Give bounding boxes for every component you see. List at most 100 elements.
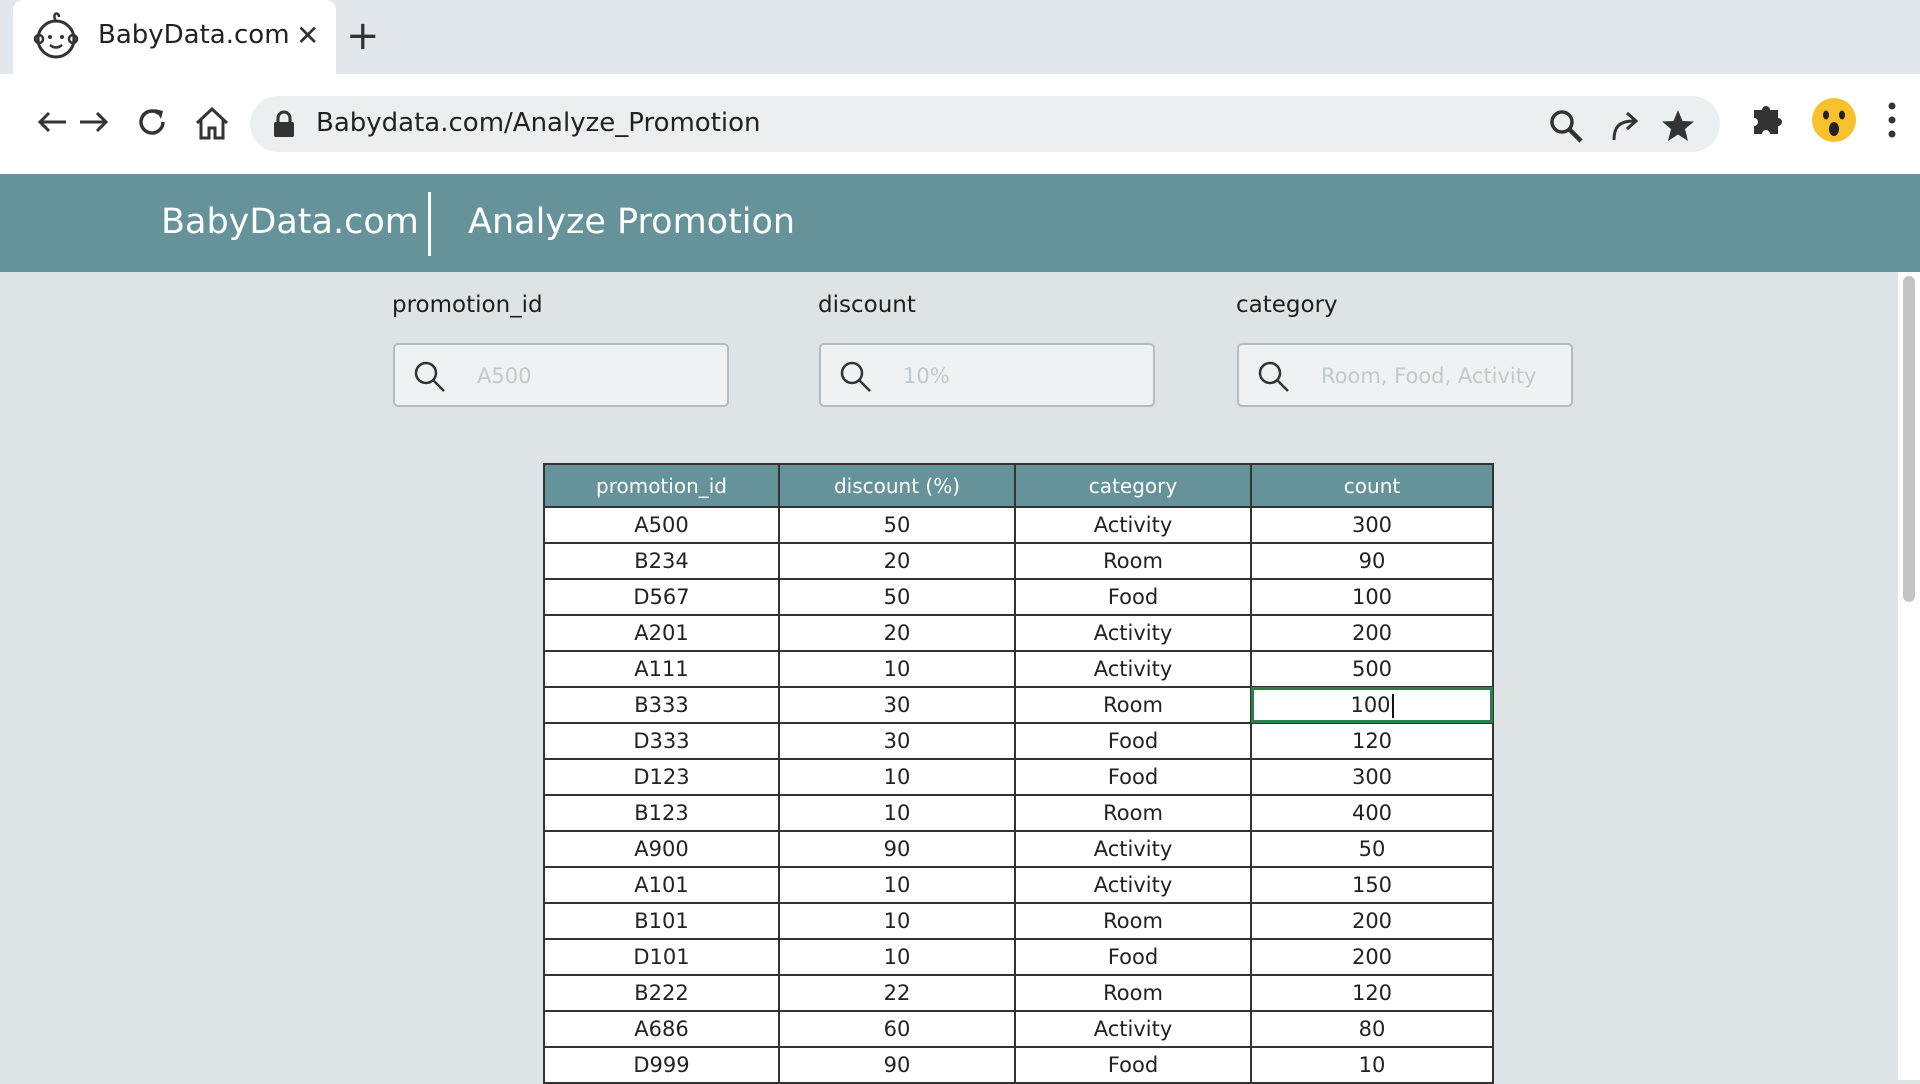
close-tab-icon[interactable]: ✕ — [296, 19, 319, 53]
bookmark-star-icon[interactable] — [1660, 108, 1696, 144]
browser-tab[interactable]: BabyData.com ✕ — [13, 0, 336, 74]
category-cell[interactable]: Room — [1014, 902, 1252, 940]
promotion-id-cell[interactable]: B222 — [543, 974, 780, 1012]
discount-cell[interactable]: 10 — [778, 758, 1016, 796]
column-header-promotion-id[interactable]: promotion_id — [543, 463, 780, 508]
profile-avatar-icon[interactable] — [1810, 96, 1858, 144]
promotion-id-cell[interactable]: B101 — [543, 902, 780, 940]
scrollbar-thumb[interactable] — [1903, 276, 1915, 602]
discount-cell[interactable]: 20 — [778, 542, 1016, 580]
category-cell[interactable]: Activity — [1014, 614, 1252, 652]
category-cell[interactable]: Room — [1014, 542, 1252, 580]
column-header-discount[interactable]: discount (%) — [778, 463, 1016, 508]
promotion-id-cell[interactable]: A900 — [543, 830, 780, 868]
promotion-id-cell[interactable]: D999 — [543, 1046, 780, 1084]
promotion-id-search-field[interactable] — [393, 343, 729, 407]
promotion-id-cell[interactable]: D333 — [543, 722, 780, 760]
discount-cell[interactable]: 10 — [778, 902, 1016, 940]
table-row: A900 90 Activity 50 — [543, 830, 1494, 868]
discount-cell[interactable]: 60 — [778, 1010, 1016, 1048]
back-arrow-icon[interactable] — [36, 104, 68, 140]
category-cell[interactable]: Activity — [1014, 830, 1252, 868]
category-cell[interactable]: Activity — [1014, 650, 1252, 688]
discount-input[interactable] — [901, 357, 1145, 395]
promotion-id-cell[interactable]: D123 — [543, 758, 780, 796]
app-header: BabyData.com Analyze Promotion — [0, 174, 1920, 272]
discount-cell[interactable]: 30 — [778, 686, 1016, 724]
count-cell[interactable]: 10 — [1250, 1046, 1494, 1084]
discount-cell[interactable]: 20 — [778, 614, 1016, 652]
promotion-id-input[interactable] — [475, 357, 719, 395]
count-cell[interactable]: 300 — [1250, 506, 1494, 544]
promotion-id-cell[interactable]: A101 — [543, 866, 780, 904]
extensions-puzzle-icon[interactable] — [1750, 100, 1784, 140]
page-title: Analyze Promotion — [468, 202, 796, 242]
promotion-id-cell[interactable]: D101 — [543, 938, 780, 976]
count-cell[interactable]: 100 — [1250, 686, 1494, 724]
column-header-count[interactable]: count — [1250, 463, 1494, 508]
promotion-id-cell[interactable]: B333 — [543, 686, 780, 724]
promotion-id-cell[interactable]: B234 — [543, 542, 780, 580]
address-bar[interactable]: Babydata.com/Analyze_Promotion — [250, 96, 1720, 152]
count-cell[interactable]: 200 — [1250, 938, 1494, 976]
brand-name[interactable]: BabyData.com — [161, 202, 419, 242]
category-cell[interactable]: Room — [1014, 794, 1252, 832]
discount-cell[interactable]: 30 — [778, 722, 1016, 760]
category-cell[interactable]: Food — [1014, 722, 1252, 760]
discount-cell[interactable]: 50 — [778, 506, 1016, 544]
promotion-id-cell[interactable]: D567 — [543, 578, 780, 616]
count-cell[interactable]: 150 — [1250, 866, 1494, 904]
count-cell[interactable]: 120 — [1250, 974, 1494, 1012]
count-cell[interactable]: 100 — [1250, 578, 1494, 616]
discount-search-field[interactable] — [819, 343, 1155, 407]
promotion-id-cell[interactable]: A686 — [543, 1010, 780, 1048]
discount-cell[interactable]: 90 — [778, 830, 1016, 868]
discount-cell[interactable]: 90 — [778, 1046, 1016, 1084]
count-cell[interactable]: 200 — [1250, 902, 1494, 940]
new-tab-icon[interactable]: + — [346, 14, 380, 58]
discount-cell[interactable]: 50 — [778, 578, 1016, 616]
table-row: B101 10 Room 200 — [543, 902, 1494, 940]
reload-icon[interactable] — [134, 104, 170, 140]
category-cell[interactable]: Food — [1014, 578, 1252, 616]
promotion-id-cell[interactable]: A111 — [543, 650, 780, 688]
discount-cell[interactable]: 10 — [778, 866, 1016, 904]
count-cell[interactable]: 120 — [1250, 722, 1494, 760]
category-cell[interactable]: Food — [1014, 1046, 1252, 1084]
home-icon[interactable] — [193, 104, 231, 142]
category-input[interactable] — [1319, 357, 1563, 395]
forward-arrow-icon[interactable] — [78, 104, 110, 140]
count-cell[interactable]: 80 — [1250, 1010, 1494, 1048]
table-row: B234 20 Room 90 — [543, 542, 1494, 580]
promotion-id-cell[interactable]: B123 — [543, 794, 780, 832]
table-row: D101 10 Food 200 — [543, 938, 1494, 976]
table-row: B123 10 Room 400 — [543, 794, 1494, 832]
category-cell[interactable]: Room — [1014, 974, 1252, 1012]
count-cell[interactable]: 500 — [1250, 650, 1494, 688]
menu-kebab-icon[interactable] — [1886, 100, 1898, 140]
share-icon[interactable] — [1608, 108, 1642, 142]
lock-icon — [274, 110, 294, 137]
category-search-field[interactable] — [1237, 343, 1573, 407]
promotion-id-cell[interactable]: A201 — [543, 614, 780, 652]
discount-cell[interactable]: 10 — [778, 650, 1016, 688]
category-cell[interactable]: Activity — [1014, 1010, 1252, 1048]
category-cell[interactable]: Food — [1014, 758, 1252, 796]
category-cell[interactable]: Food — [1014, 938, 1252, 976]
count-cell[interactable]: 90 — [1250, 542, 1494, 580]
promotion-id-cell[interactable]: A500 — [543, 506, 780, 544]
category-cell[interactable]: Activity — [1014, 866, 1252, 904]
column-header-category[interactable]: category — [1014, 463, 1252, 508]
page-scrollbar[interactable] — [1898, 272, 1920, 1080]
count-cell[interactable]: 400 — [1250, 794, 1494, 832]
category-cell[interactable]: Activity — [1014, 506, 1252, 544]
discount-cell[interactable]: 10 — [778, 938, 1016, 976]
discount-cell[interactable]: 22 — [778, 974, 1016, 1012]
count-cell[interactable]: 300 — [1250, 758, 1494, 796]
discount-cell[interactable]: 10 — [778, 794, 1016, 832]
baby-face-icon — [33, 12, 79, 59]
category-cell[interactable]: Room — [1014, 686, 1252, 724]
count-cell[interactable]: 200 — [1250, 614, 1494, 652]
search-icon[interactable] — [1548, 108, 1584, 144]
count-cell[interactable]: 50 — [1250, 830, 1494, 868]
